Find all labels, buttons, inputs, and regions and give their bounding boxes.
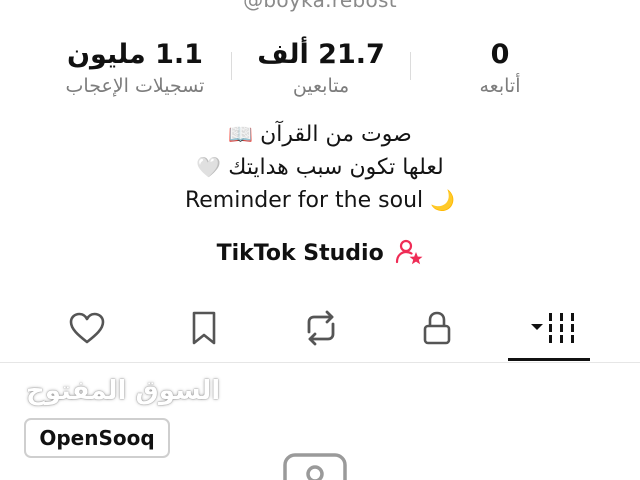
tab-liked[interactable] [42,300,132,356]
crescent-moon-icon: 🌙 [430,188,456,212]
tiktok-studio-label: TikTok Studio [216,241,384,266]
grid-icon [531,313,574,343]
bio-line-3-text: Reminder for the soul [184,188,424,213]
tab-saved[interactable] [159,300,249,356]
bio-line-2-text: لعلها تكون سبب هدايتك [228,155,444,180]
lock-icon [423,311,451,345]
tab-private[interactable] [392,300,482,356]
stat-likes[interactable]: 1.1 مليون تسجيلات الإعجاب [40,36,230,98]
watermark-arabic: السوق المفتوح [26,376,221,406]
followers-label: متابعين [292,75,350,97]
bio-line-2: لعلها تكون سبب هدايتك 🤍 [0,151,640,184]
following-count: 0 [490,39,510,70]
bookmark-icon [192,311,216,345]
bio-line-3: Reminder for the soul 🌙 [0,184,640,217]
stat-followers[interactable]: 21.7 ألف متابعين [233,36,409,98]
repost-icon [307,310,335,346]
stat-divider [231,52,232,80]
heart-icon [69,312,105,344]
book-icon: 📖 [228,122,254,146]
likes-label: تسجيلات الإعجاب [65,75,205,97]
watermark-logo: OpenSooq [24,418,170,458]
stat-divider [410,52,411,80]
tiktok-studio-link[interactable]: TikTok Studio [0,236,640,272]
watermark-brand: OpenSooq [39,426,155,450]
white-heart-icon: 🤍 [196,155,222,179]
following-label: أتابعه [479,75,521,97]
profile-tabs [0,300,640,362]
stat-following[interactable]: 0 أتابعه [412,36,588,98]
likes-count: 1.1 مليون [67,39,203,70]
selected-tab-indicator [508,358,590,361]
person-star-icon [396,239,423,265]
profile-handle: @boyka.rebost [243,0,397,12]
bio-line-1: صوت من القرآن 📖 [0,118,640,151]
tabs-divider [0,362,640,363]
profile-stats: 1.1 مليون تسجيلات الإعجاب 21.7 ألف متابع… [0,36,640,106]
bio-line-1-text: صوت من القرآن [260,122,412,147]
tab-videos[interactable] [508,300,598,356]
followers-count: 21.7 ألف [257,39,385,70]
profile-bio: صوت من القرآن 📖 لعلها تكون سبب هدايتك 🤍 … [0,118,640,217]
video-placeholder-icon [283,453,347,480]
tab-reposts[interactable] [276,300,366,356]
